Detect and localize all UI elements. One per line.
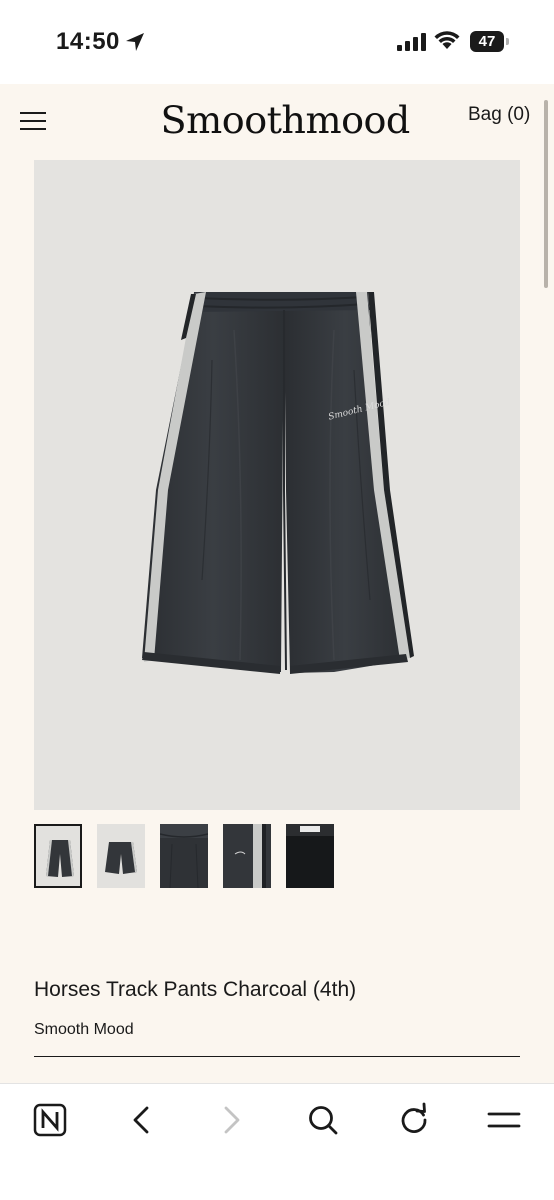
- divider: [34, 1056, 520, 1057]
- product-title: Horses Track Pants Charcoal (4th): [34, 978, 357, 1001]
- track-pants-illustration: Smooth Mood: [142, 292, 414, 674]
- location-arrow-icon: [126, 33, 144, 51]
- thumbnail-5[interactable]: [286, 824, 334, 888]
- browser-toolbar: [0, 1083, 554, 1200]
- bag-link[interactable]: Bag (0): [468, 104, 530, 126]
- cellular-signal-icon: [397, 33, 426, 51]
- battery-icon: 47: [470, 31, 510, 52]
- product-image[interactable]: Smooth Mood: [34, 160, 520, 810]
- thumbnail-3[interactable]: [160, 824, 208, 888]
- back-arrow-icon[interactable]: [119, 1098, 163, 1142]
- thumbnail-2[interactable]: [97, 824, 145, 888]
- menu-icon[interactable]: [482, 1098, 526, 1142]
- page-scrollbar[interactable]: [544, 100, 548, 288]
- thumbnail-1[interactable]: [34, 824, 82, 888]
- status-bar: 14:50 47: [0, 0, 554, 84]
- site-logo[interactable]: Smoothmood: [161, 96, 411, 146]
- reload-icon[interactable]: [392, 1098, 436, 1142]
- forward-arrow-icon: [210, 1098, 254, 1142]
- battery-level: 47: [470, 31, 504, 52]
- hamburger-menu-icon[interactable]: [20, 109, 46, 131]
- status-time: 14:50: [56, 28, 120, 55]
- site-header: Smoothmood Bag (0): [0, 84, 554, 160]
- thumbnail-4[interactable]: [223, 824, 271, 888]
- search-icon[interactable]: [301, 1098, 345, 1142]
- naver-n-icon[interactable]: [28, 1098, 72, 1142]
- wifi-icon: [434, 31, 460, 49]
- product-brand[interactable]: Smooth Mood: [34, 1021, 134, 1039]
